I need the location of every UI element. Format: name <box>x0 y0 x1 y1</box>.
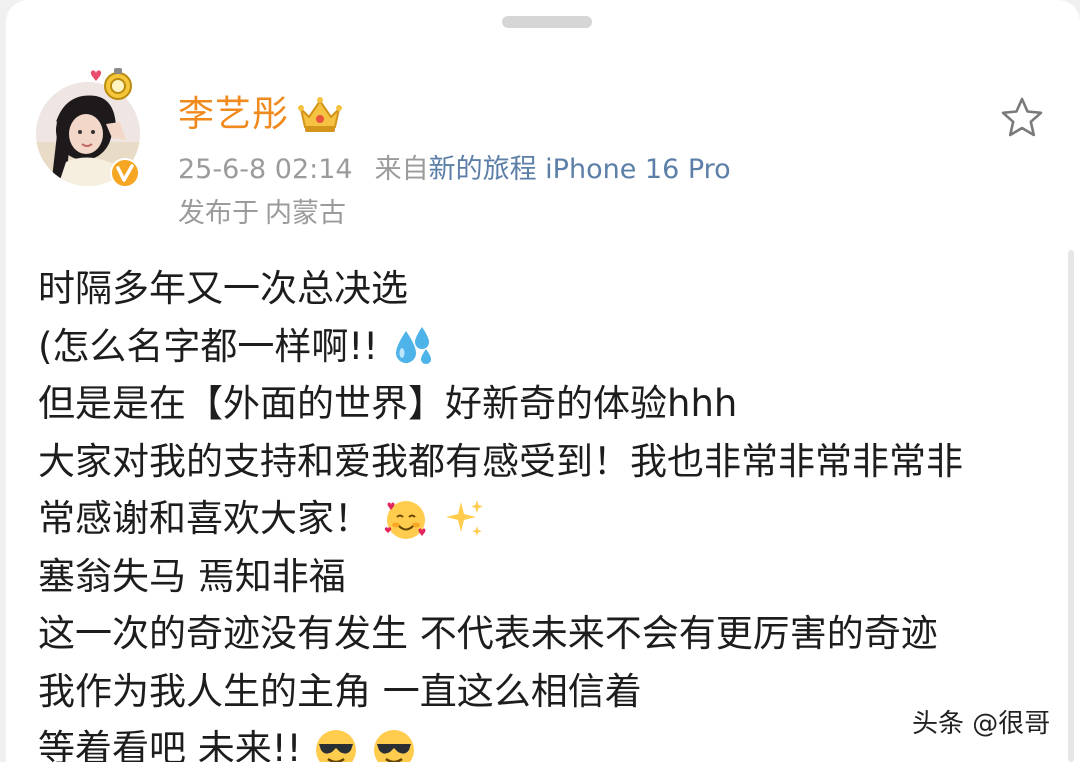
location-name: 内蒙古 <box>265 198 346 229</box>
post-line-text: 这一次的奇迹没有发生 不代表未来不会有更厉害的奇迹 <box>38 612 938 655</box>
post-line: 这一次的奇迹没有发生 不代表未来不会有更厉害的奇迹 <box>38 605 1048 663</box>
post-line-text: 我作为我人生的主角 一直这么相信着 <box>38 669 642 713</box>
post-line-text: 塞翁失马 焉知非福 <box>38 554 346 598</box>
sunglasses-face-emoji <box>374 729 415 762</box>
sunglasses-face-emoji <box>316 729 357 762</box>
avatar-pendant-icon <box>90 68 132 100</box>
post-line: 我作为我人生的主角 一直这么相信着 <box>38 663 1048 721</box>
post-line: (怎么名字都一样啊!! <box>38 318 1048 376</box>
post-location: 发布于 内蒙古 <box>178 194 346 234</box>
crown-badge-icon[interactable] <box>297 95 343 135</box>
post-line: 大家对我的支持和爱我都有感受到！我也非常非常非常非 <box>38 433 1048 491</box>
post-line-text: 等着看吧 未来!! <box>38 727 302 762</box>
post-line: 常感谢和喜欢大家！ <box>38 490 1048 548</box>
screenshot-stage: 李艺彤 25-6-8 02:14 来自新的旅程 iPhone 16 Pro 发布于… <box>0 0 1080 762</box>
star-outline-icon[interactable] <box>998 94 1046 142</box>
source-prefix: 来自 <box>374 154 429 185</box>
author-name[interactable]: 李艺彤 <box>178 90 289 140</box>
verified-v-icon <box>110 158 140 188</box>
source-device-link[interactable]: 新的旅程 iPhone 16 Pro <box>429 154 731 185</box>
post-line: 塞翁失马 焉知非福 <box>38 548 1048 606</box>
post-content: 时隔多年又一次总决选 (怎么名字都一样啊!! 但是是在【外面的世界】好新奇的体验… <box>38 260 1048 762</box>
post-line: 等着看吧 未来!! <box>38 720 1048 762</box>
post-line-text: (怎么名字都一样啊!! <box>38 324 379 368</box>
scrollbar[interactable] <box>1068 250 1074 762</box>
smiling-face-with-hearts-emoji <box>384 500 426 539</box>
sparkles-emoji <box>446 499 483 536</box>
post-line: 但是是在【外面的世界】好新奇的体验hhh <box>38 375 1048 433</box>
post-meta: 25-6-8 02:14 来自新的旅程 iPhone 16 Pro <box>178 150 731 190</box>
post-line-text: 常感谢和喜欢大家！ <box>38 497 371 540</box>
sweat-droplets-emoji <box>396 327 432 365</box>
post-line-text: 时隔多年又一次总决选 <box>38 267 408 310</box>
post-line-text: 但是是在【外面的世界】好新奇的体验hhh <box>38 382 738 425</box>
watermark: 头条 @很哥 <box>912 709 1051 739</box>
post-line-text: 大家对我的支持和爱我都有感受到！我也非常非常非常非 <box>38 439 963 483</box>
post-line: 时隔多年又一次总决选 <box>38 260 1048 318</box>
location-prefix: 发布于 <box>178 198 259 229</box>
drag-handle[interactable] <box>502 16 592 28</box>
author-row: 李艺彤 <box>178 90 343 140</box>
post-time: 25-6-8 02:14 <box>178 154 353 185</box>
